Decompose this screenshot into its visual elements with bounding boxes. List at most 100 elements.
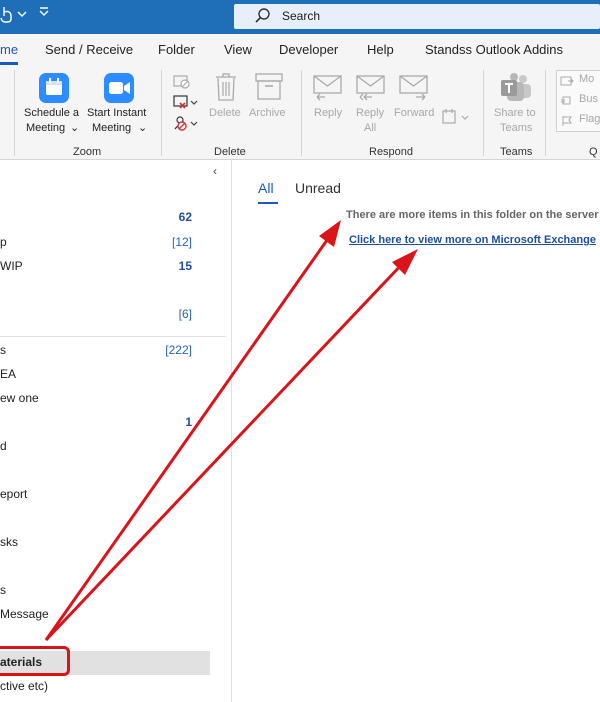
tab-unread[interactable]: Unread — [295, 180, 341, 196]
tab-view[interactable]: View — [224, 42, 252, 57]
archive-label: Archive — [249, 107, 286, 119]
group-label-teams: Teams — [500, 146, 533, 158]
unread-count: 1 — [185, 415, 192, 429]
folder-item[interactable]: 1 — [0, 413, 226, 433]
tab-standss-outlook-addins[interactable]: Standss Outlook Addins — [425, 42, 563, 57]
folder-item[interactable]: WIP 15 — [0, 257, 226, 277]
annotation-arrowhead — [392, 249, 418, 275]
unread-count: 15 — [178, 259, 192, 273]
folder-item[interactable]: EA — [0, 365, 226, 385]
folder-name: EA — [0, 367, 17, 381]
folder-pane: ‹ 62 p [12] WIP 15 [6] s [222] EA ew one — [0, 160, 232, 702]
group-label-delete: Delete — [214, 146, 246, 158]
quick-step-label: Bus — [579, 93, 598, 105]
tab-folder[interactable]: Folder — [158, 42, 195, 57]
folder-divider — [0, 336, 226, 337]
schedule-label-line1: Schedule a — [24, 107, 80, 119]
group-label-zoom: Zoom — [73, 146, 102, 158]
folder-item[interactable]: [6] — [0, 305, 226, 325]
annotation-arrowhead — [319, 220, 341, 247]
ribbon-separator — [161, 70, 162, 156]
outlook-window: Search me Send / Receive Folder View Dev… — [0, 0, 600, 702]
teams-icon — [499, 71, 533, 110]
item-count: [6] — [178, 307, 192, 321]
reply-all-icon — [356, 74, 386, 107]
chevron-down-icon[interactable] — [17, 7, 27, 22]
tab-help[interactable]: Help — [367, 42, 394, 57]
unread-count: 62 — [178, 210, 192, 224]
tab-developer[interactable]: Developer — [279, 42, 338, 57]
folder-name: s — [0, 343, 6, 357]
folder-item[interactable]: eport — [0, 485, 226, 505]
folder-name: WIP — [0, 259, 23, 273]
folder-item[interactable]: sks — [0, 533, 226, 553]
folder-name: sks — [0, 535, 18, 549]
reply-label: Reply — [314, 107, 343, 119]
team-email-icon — [560, 94, 574, 112]
folder-name: eport — [0, 487, 28, 501]
search-icon — [254, 7, 272, 25]
touch-mode-icon[interactable] — [0, 5, 14, 26]
folder-item[interactable]: ew one — [0, 389, 226, 409]
share-label-line2: Teams — [500, 122, 533, 134]
archive-box-icon — [255, 72, 283, 107]
server-items-notice: There are more items in this folder on t… — [346, 209, 599, 221]
folder-name: ctive etc) — [0, 679, 49, 693]
folder-name: ew one — [0, 391, 39, 405]
chevron-down-icon: ⌄ — [138, 122, 148, 134]
tab-send-receive[interactable]: Send / Receive — [45, 42, 133, 57]
view-more-exchange-link[interactable]: Click here to view more on Microsoft Exc… — [349, 234, 596, 246]
flag-icon — [560, 114, 574, 132]
move-icon — [560, 74, 574, 92]
folder-name: s — [0, 583, 6, 597]
search-box[interactable]: Search — [234, 4, 600, 29]
calendar-icon — [38, 72, 70, 109]
ignore-icon[interactable] — [172, 72, 190, 95]
junk-icon[interactable] — [172, 114, 198, 137]
share-label-line1: Share to — [494, 107, 536, 119]
quick-step-label: Mo — [579, 73, 595, 85]
quick-steps-gallery[interactable]: Mo Bus Flag — [556, 70, 600, 132]
folder-item[interactable]: 62 — [0, 208, 226, 228]
item-count: [222] — [165, 343, 192, 357]
instant-label-line2: Meeting — [92, 122, 132, 134]
ribbon: Schedule a Meeting ⌄ Start Instant Meeti… — [0, 66, 600, 160]
annotation-highlight-box — [0, 646, 70, 676]
ribbon-separator — [301, 70, 302, 156]
active-filter-indicator — [258, 202, 278, 204]
folder-item[interactable]: p [12] — [0, 233, 226, 253]
collapse-pane-icon[interactable]: ‹ — [213, 164, 217, 178]
active-tab-indicator — [0, 62, 18, 65]
ribbon-separator — [545, 70, 546, 156]
title-bar: Search — [0, 0, 600, 34]
tab-all[interactable]: All — [258, 180, 274, 196]
trash-icon — [214, 72, 238, 107]
search-placeholder: Search — [282, 9, 321, 23]
video-camera-icon — [103, 72, 135, 109]
chevron-down-icon: ⌄ — [70, 122, 80, 134]
delete-label: Delete — [209, 107, 241, 119]
ribbon-separator — [14, 70, 15, 156]
folder-name: d — [0, 439, 7, 453]
folder-item[interactable]: d — [0, 437, 226, 457]
folder-item[interactable]: s — [0, 581, 226, 601]
folder-item[interactable]: s [222] — [0, 341, 226, 361]
reply-all-label-line2: All — [364, 122, 377, 134]
group-label-respond: Respond — [369, 146, 414, 158]
folder-item[interactable]: Message — [0, 605, 226, 625]
folder-name: Message — [0, 607, 49, 621]
folder-item[interactable]: ctive etc) — [0, 677, 226, 697]
reply-icon — [313, 74, 343, 107]
ribbon-separator — [483, 70, 484, 156]
reply-all-label-line1: Reply — [356, 107, 385, 119]
customize-toolbar-icon[interactable] — [38, 6, 50, 21]
instant-label-line1: Start Instant — [87, 107, 147, 119]
quick-step-label: Flag — [579, 113, 600, 125]
folder-name: p — [0, 235, 7, 249]
more-respond-icon[interactable] — [441, 108, 471, 131]
item-count: [12] — [171, 235, 192, 249]
clean-up-icon[interactable] — [172, 93, 198, 116]
forward-icon — [399, 74, 429, 107]
tab-home[interactable]: me — [0, 42, 18, 57]
forward-label: Forward — [394, 107, 435, 119]
